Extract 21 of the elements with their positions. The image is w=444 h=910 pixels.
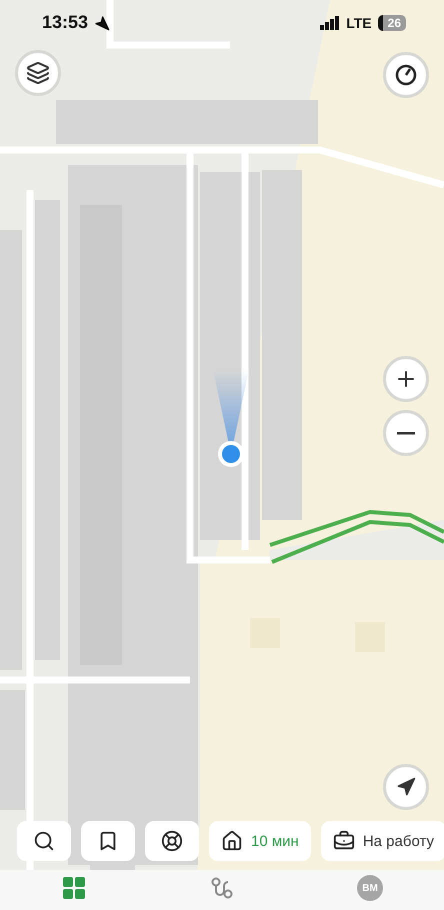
location-arrow-icon: [94, 14, 110, 30]
routes-tab[interactable]: [211, 877, 233, 899]
wheel-icon: [161, 830, 183, 852]
profile-tab[interactable]: ВМ: [357, 875, 383, 901]
search-button[interactable]: [17, 821, 71, 861]
minus-icon: [397, 432, 415, 434]
bookmark-button[interactable]: [81, 821, 135, 861]
house-icon: [221, 830, 243, 852]
home-tab[interactable]: [63, 877, 85, 899]
compass-icon: [394, 63, 418, 87]
home-route-button[interactable]: 10 мин: [209, 821, 311, 861]
navigation-arrow-icon: [396, 777, 416, 797]
briefcase-icon: [332, 830, 355, 852]
signal-icon: [320, 16, 340, 30]
layers-icon: [26, 61, 50, 85]
location-marker-icon: [213, 370, 249, 468]
work-route-button[interactable]: На работу: [320, 821, 444, 861]
search-icon: [33, 830, 55, 852]
network-label: LTE: [346, 14, 372, 30]
status-time: 13:53: [42, 12, 88, 33]
wheel-button[interactable]: [145, 821, 199, 861]
